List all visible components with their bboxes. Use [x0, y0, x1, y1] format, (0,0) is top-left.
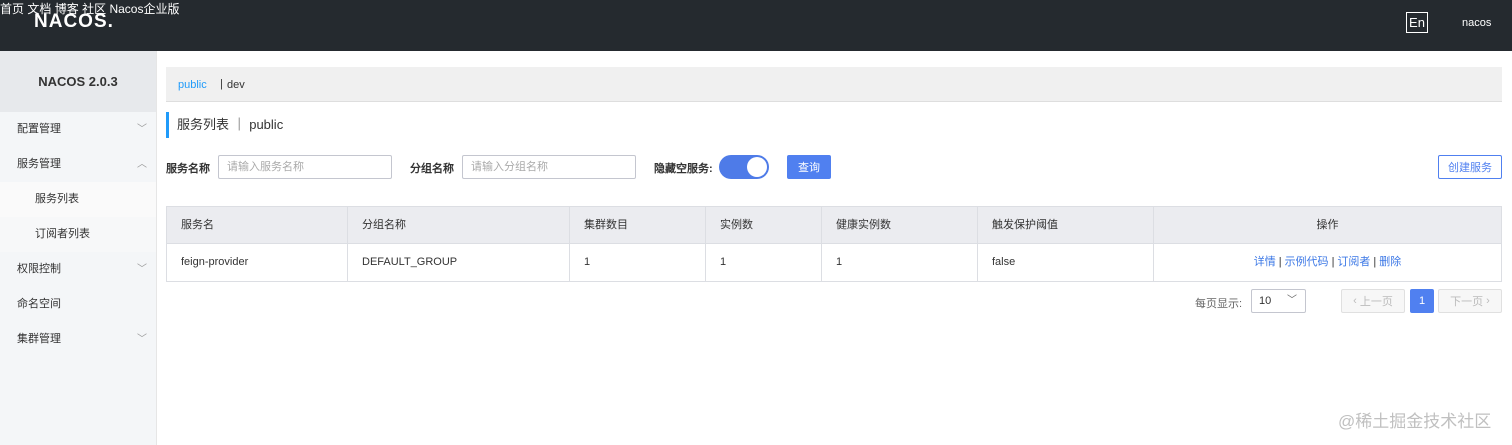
sidebar-item-label: 集群管理 [17, 333, 61, 345]
column-header: 操作 [1316, 219, 1339, 231]
chevron-down-icon: ﹀ [1287, 295, 1297, 306]
column-header: 触发保护阈值 [978, 207, 1154, 243]
column-header: 实例数 [706, 207, 822, 243]
sidebar-item-permissions[interactable]: 权限控制 ﹀ [0, 252, 156, 287]
chevron-right-icon: › [1483, 295, 1490, 307]
column-header: 集群数目 [570, 207, 706, 243]
language-toggle-button[interactable]: En [1406, 12, 1428, 33]
subscribers-link[interactable]: 订阅者 [1337, 256, 1370, 268]
table-header: 服务名 分组名称 集群数目 实例数 健康实例数 触发保护阈值 操作 [167, 207, 1501, 244]
service-table: 服务名 分组名称 集群数目 实例数 健康实例数 触发保护阈值 操作 feign-… [166, 206, 1502, 282]
sidebar-item-label: 权限控制 [17, 263, 61, 275]
cell-service-name: feign-provider [167, 244, 348, 281]
namespace-public-link[interactable]: public [178, 79, 207, 91]
cell-group-name: DEFAULT_GROUP [348, 244, 570, 281]
namespace-bar: public | dev [166, 67, 1502, 102]
column-header: 服务名 [167, 207, 348, 243]
nav-home[interactable]: 首页 [0, 2, 24, 16]
user-menu[interactable]: nacos [1462, 17, 1491, 29]
cell-cluster-count: 1 [570, 244, 706, 281]
hide-empty-label: 隐藏空服务: [654, 163, 713, 175]
page-title: 服务列表 ｜ public [166, 112, 283, 138]
prev-page-button[interactable]: ‹ 上一页 [1341, 289, 1405, 313]
sidebar-item-service-management[interactable]: 服务管理 ︿ [0, 147, 156, 182]
cell-actions: 详情 | 示例代码 | 订阅者 | 删除 [1253, 256, 1402, 268]
sidebar-item-label: 订阅者列表 [35, 228, 90, 240]
page-size-select[interactable]: 10 ﹀ [1251, 289, 1306, 313]
chevron-left-icon: ‹ [1353, 295, 1360, 307]
group-name-input[interactable] [462, 155, 636, 179]
nacos-logo[interactable]: NACOS. [34, 11, 114, 33]
chevron-down-icon: ﹀ [137, 264, 147, 275]
current-page-button[interactable]: 1 [1410, 289, 1434, 313]
cell-healthy-count: 1 [822, 244, 978, 281]
group-name-label: 分组名称 [410, 163, 454, 175]
service-name-label: 服务名称 [166, 163, 210, 175]
sidebar-item-cluster[interactable]: 集群管理 ﹀ [0, 322, 156, 357]
chevron-up-icon: ︿ [137, 159, 147, 170]
sidebar-item-subscriber-list[interactable]: 订阅者列表 [0, 217, 156, 252]
sidebar-item-label: 命名空间 [17, 298, 61, 310]
sidebar-item-label: 服务列表 [35, 193, 79, 205]
detail-link[interactable]: 详情 [1254, 256, 1276, 268]
service-name-input[interactable] [218, 155, 392, 179]
toggle-knob [747, 157, 767, 177]
cell-instance-count: 1 [706, 244, 822, 281]
column-header: 健康实例数 [822, 207, 978, 243]
delete-link[interactable]: 删除 [1379, 256, 1401, 268]
column-header: 分组名称 [348, 207, 570, 243]
next-page-button[interactable]: 下一页 › [1438, 289, 1502, 313]
page-size-label: 每页显示: [1195, 298, 1243, 310]
chevron-down-icon: ﹀ [137, 124, 147, 135]
sidebar-item-label: 服务管理 [17, 158, 61, 170]
hide-empty-toggle[interactable] [719, 155, 769, 179]
sample-code-link[interactable]: 示例代码 [1285, 256, 1329, 268]
namespace-dev-link[interactable]: dev [227, 79, 245, 91]
sidebar-item-namespace[interactable]: 命名空间 [0, 287, 156, 322]
top-navbar: NACOS. 首页 文档 博客 社区 Nacos企业版 En nacos [0, 0, 1512, 51]
page-size-value: 10 [1259, 295, 1272, 307]
nav-enterprise[interactable]: Nacos企业版 [109, 2, 179, 16]
chevron-down-icon: ﹀ [137, 334, 147, 345]
watermark: @稀土掘金技术社区 [1338, 412, 1492, 431]
create-service-button[interactable]: 创建服务 [1438, 155, 1502, 179]
namespace-separator: | [220, 78, 223, 90]
cell-threshold: false [978, 244, 1154, 281]
sidebar-item-label: 配置管理 [17, 123, 61, 135]
sidebar-title: NACOS 2.0.3 [0, 51, 156, 112]
query-button[interactable]: 查询 [787, 155, 831, 179]
table-row: feign-provider DEFAULT_GROUP 1 1 1 false… [167, 244, 1501, 281]
sidebar-item-config[interactable]: 配置管理 ﹀ [0, 112, 156, 147]
sidebar: NACOS 2.0.3 配置管理 ﹀ 服务管理 ︿ 服务列表 订阅者列表 权限控… [0, 51, 157, 445]
sidebar-item-service-list[interactable]: 服务列表 [0, 182, 156, 217]
